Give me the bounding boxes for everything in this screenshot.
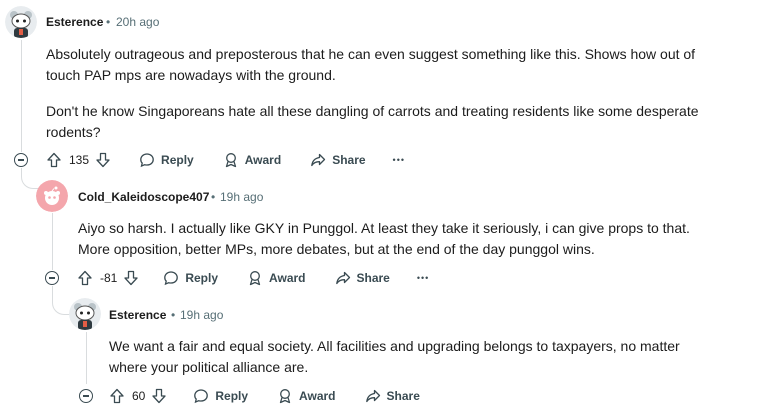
thread-elbow <box>21 168 40 189</box>
award-button[interactable]: Award <box>223 152 281 168</box>
snoo-avatar-icon <box>69 298 101 330</box>
username[interactable]: Cold_Kaleidoscope407 <box>78 190 209 204</box>
avatar[interactable] <box>36 180 68 212</box>
default-snoo-avatar-icon <box>36 180 68 212</box>
timestamp[interactable]: 19h ago <box>180 308 223 322</box>
thread-elbow <box>52 286 71 315</box>
arrow-down-icon <box>124 270 138 286</box>
comment-paragraph: Absolutely outrageous and preposterous t… <box>46 46 696 83</box>
comment-body: Aiyo so harsh. I actually like GKY in Pu… <box>78 218 708 260</box>
comment-paragraph: Don't he know Singaporeans hate all thes… <box>46 103 699 140</box>
share-arrow-icon <box>335 271 350 285</box>
minus-circle-icon <box>49 277 55 279</box>
arrow-up-icon <box>78 270 92 286</box>
vote-count: 135 <box>69 153 90 167</box>
award-button[interactable]: Award <box>247 270 306 286</box>
share-button[interactable]: Share <box>310 152 366 168</box>
reply-button[interactable]: Reply <box>163 270 218 286</box>
meta-separator: • <box>171 308 176 322</box>
comment-action-bar: -81 Reply Award Share ••• <box>77 267 429 289</box>
reply-label: Reply <box>161 153 194 167</box>
award-label: Award <box>299 389 336 403</box>
arrow-up-icon <box>47 152 61 168</box>
minus-circle-icon <box>83 395 89 397</box>
downvote-button[interactable] <box>123 270 139 286</box>
avatar[interactable] <box>69 298 101 330</box>
vote-count: 60 <box>132 389 146 403</box>
award-label: Award <box>244 153 282 167</box>
username[interactable]: Esterence <box>46 15 103 29</box>
arrow-up-icon <box>110 388 124 404</box>
comment-action-bar: 60 Reply Award Share <box>109 385 420 407</box>
reply-button[interactable]: Reply <box>139 152 194 168</box>
comment-body: We want a fair and equal society. All fa… <box>109 336 709 378</box>
arrow-down-icon <box>152 388 167 404</box>
upvote-button[interactable] <box>77 270 93 286</box>
vote-count: -81 <box>100 271 118 285</box>
timestamp[interactable]: 20h ago <box>116 15 159 29</box>
reply-button[interactable]: Reply <box>193 388 248 404</box>
arrow-down-icon <box>96 152 110 168</box>
award-label: Award <box>269 271 306 285</box>
share-label: Share <box>356 271 390 285</box>
award-ribbon-icon <box>225 153 236 168</box>
collapse-button[interactable] <box>79 389 93 403</box>
timestamp[interactable]: 19h ago <box>220 190 263 204</box>
share-button[interactable]: Share <box>365 388 420 404</box>
share-label: Share <box>386 389 420 403</box>
share-button[interactable]: Share <box>335 270 390 286</box>
collapse-button[interactable] <box>45 271 59 285</box>
share-arrow-icon <box>365 389 380 403</box>
meta-separator: • <box>211 190 216 204</box>
collapse-button[interactable] <box>14 153 28 167</box>
share-arrow-icon <box>311 153 326 167</box>
meta-separator: • <box>106 15 111 29</box>
upvote-button[interactable] <box>46 152 62 168</box>
speech-bubble-icon <box>140 153 154 168</box>
award-button[interactable]: Award <box>277 388 336 404</box>
speech-bubble-icon <box>164 271 179 286</box>
thread-line <box>52 213 53 270</box>
upvote-button[interactable] <box>109 388 125 404</box>
thread-line <box>21 40 22 152</box>
comment-paragraph: We want a fair and equal society. All fa… <box>109 338 680 375</box>
more-options-icon: ••• <box>416 273 430 283</box>
more-options-button[interactable]: ••• <box>417 273 429 283</box>
comment-paragraph: Aiyo so harsh. I actually like GKY in Pu… <box>78 220 690 257</box>
award-ribbon-icon <box>249 271 261 286</box>
reply-label: Reply <box>215 389 249 403</box>
comment-body: Absolutely outrageous and preposterous t… <box>46 44 716 143</box>
reply-label: Reply <box>185 271 219 285</box>
speech-bubble-icon <box>194 389 209 404</box>
username[interactable]: Esterence <box>109 308 166 322</box>
downvote-button[interactable] <box>151 388 167 404</box>
comment-action-bar: 135 Reply Award Share ••• <box>46 149 405 171</box>
more-options-icon: ••• <box>392 155 405 165</box>
thread-line <box>86 332 87 384</box>
award-ribbon-icon <box>279 389 291 404</box>
minus-circle-icon <box>18 159 24 161</box>
downvote-button[interactable] <box>95 152 111 168</box>
more-options-button[interactable]: ••• <box>393 155 405 165</box>
avatar[interactable] <box>5 6 37 38</box>
snoo-avatar-icon <box>5 6 37 38</box>
share-label: Share <box>332 153 366 167</box>
